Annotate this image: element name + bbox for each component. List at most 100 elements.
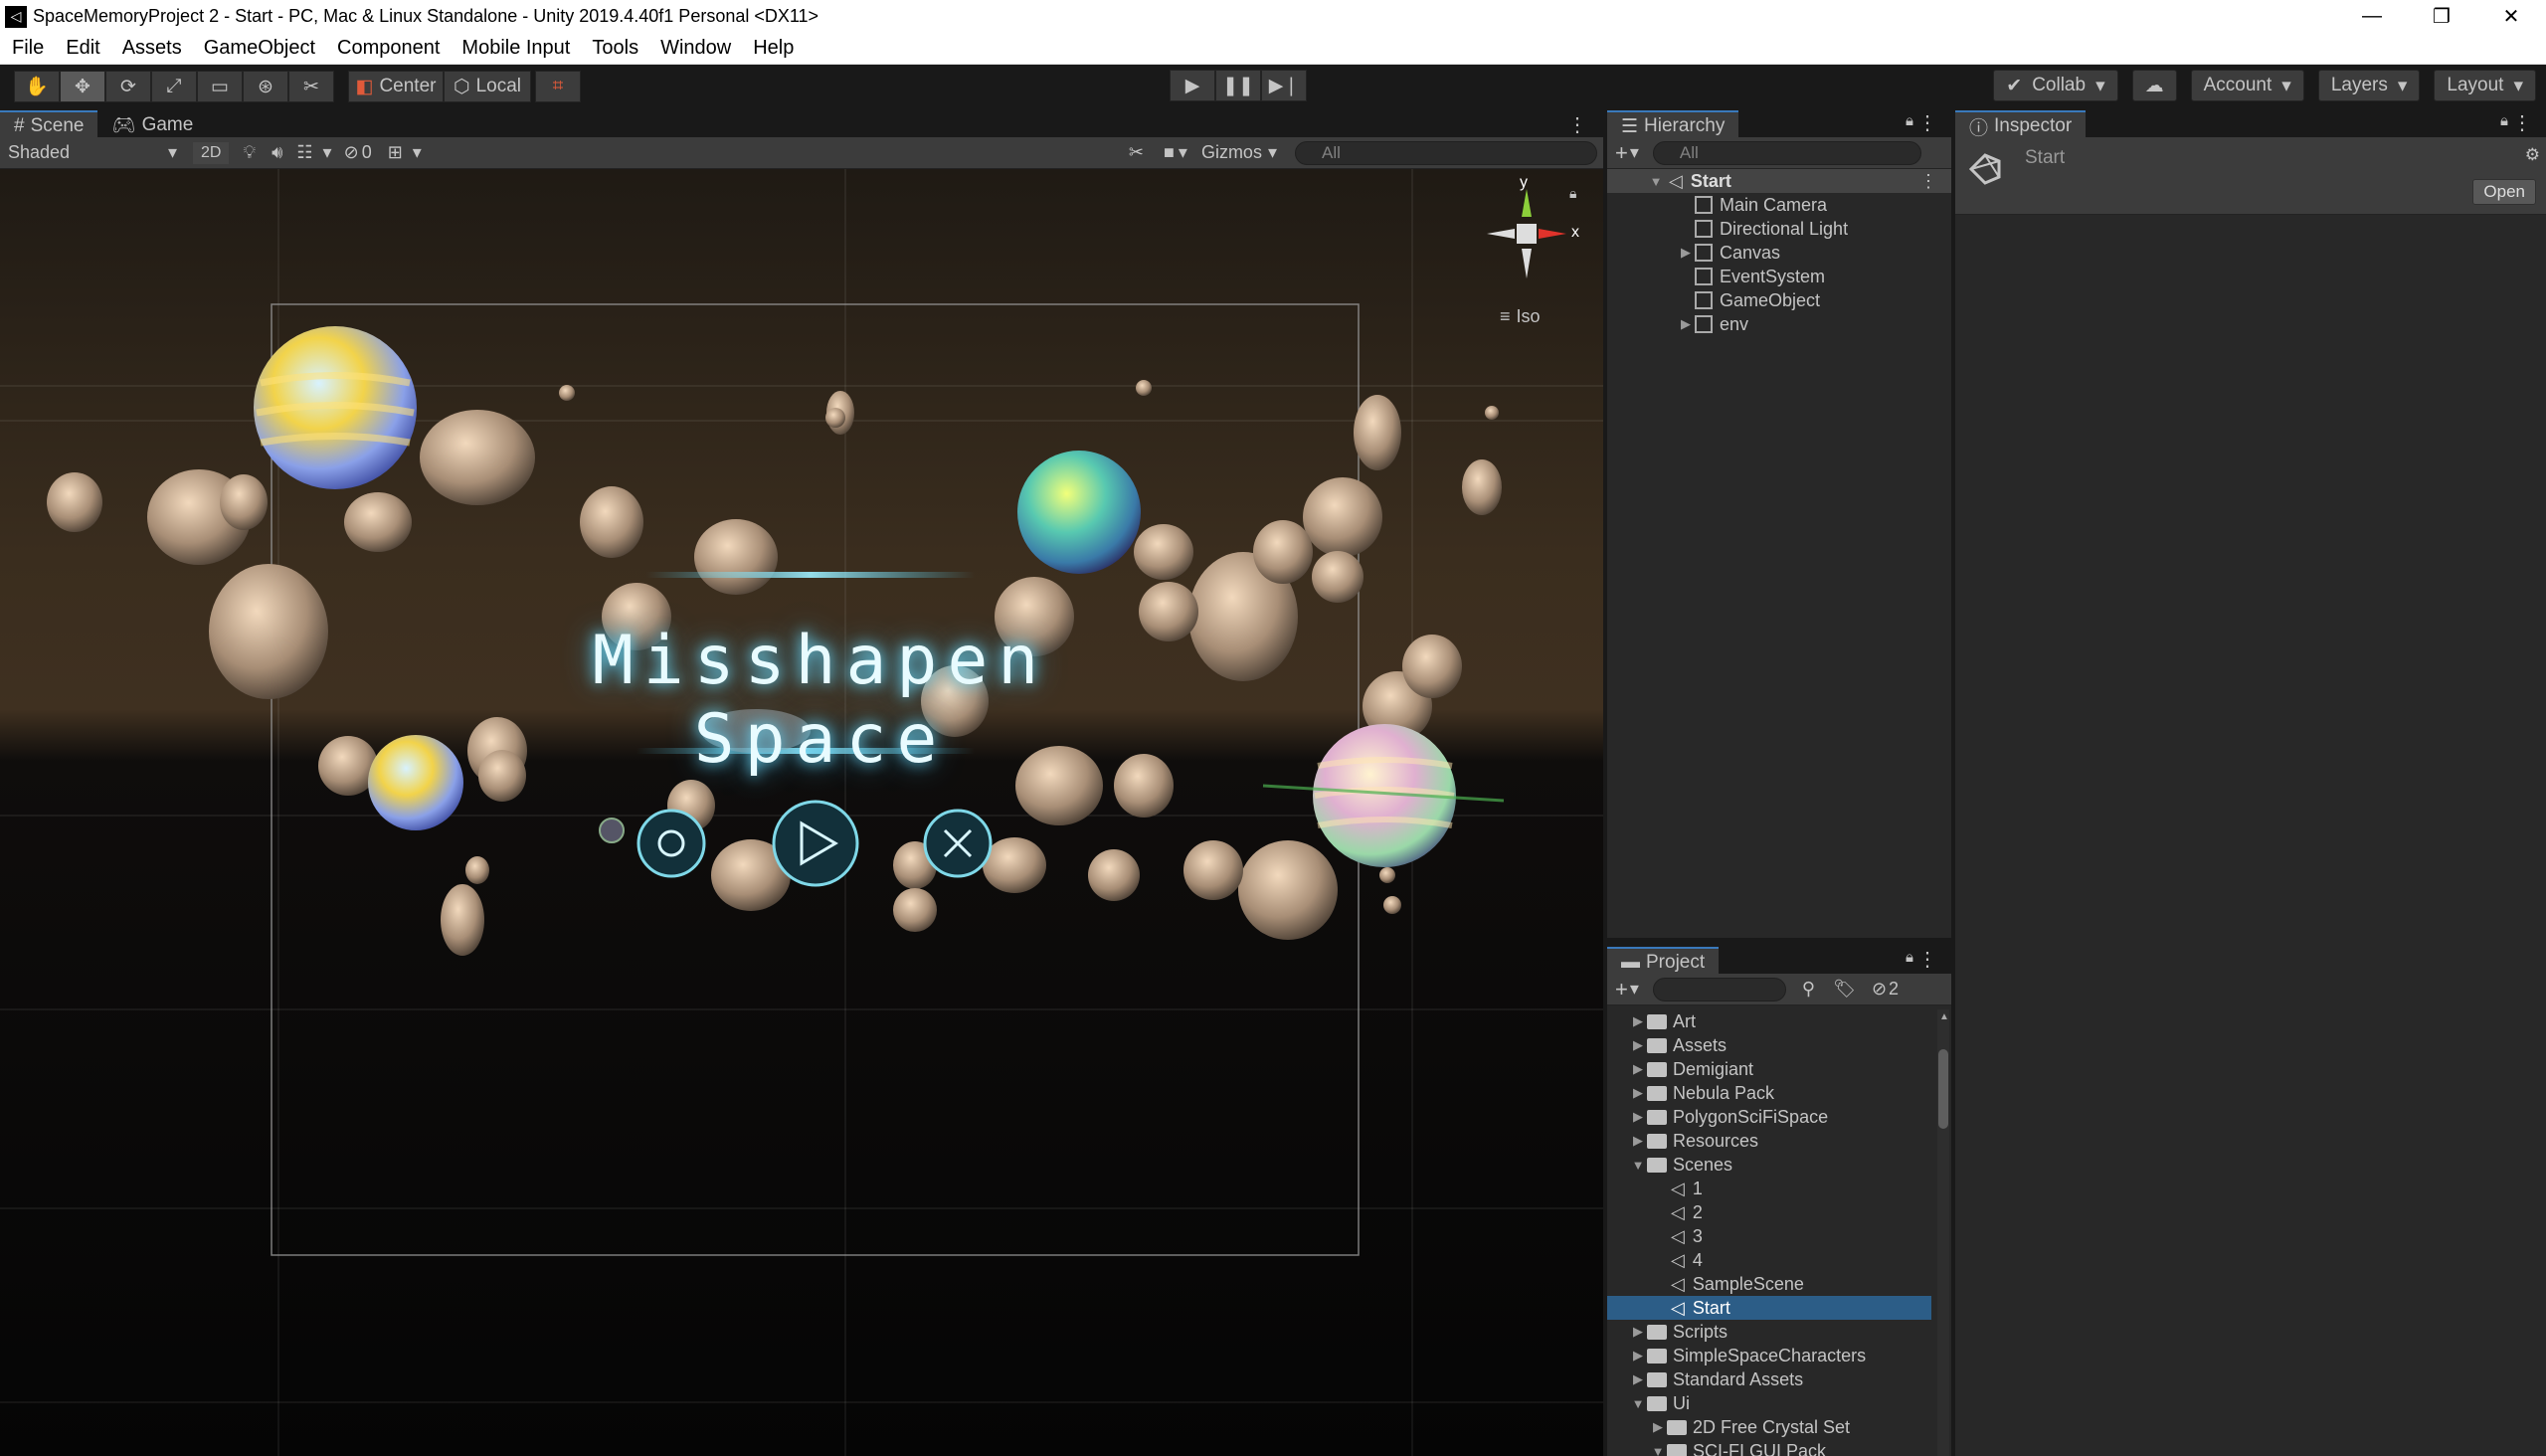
hierarchy-item[interactable]: ▶ Canvas: [1607, 241, 1985, 265]
project-scene-asset[interactable]: ◁ 4: [1607, 1248, 1951, 1272]
chevron-down-icon[interactable]: ▾: [413, 142, 422, 163]
expand-arrow-icon[interactable]: ▶: [1629, 1061, 1647, 1077]
expand-arrow-icon[interactable]: ▶: [1629, 1133, 1647, 1149]
project-folder[interactable]: ▶ Demigiant: [1607, 1057, 1951, 1081]
tab-hierarchy[interactable]: ☰ Hierarchy: [1607, 110, 1739, 140]
expand-arrow-icon[interactable]: ▶: [1629, 1013, 1647, 1029]
open-button[interactable]: Open: [2472, 179, 2536, 205]
scale-tool-icon[interactable]: ⤢: [151, 71, 197, 102]
menu-mobile-input[interactable]: Mobile Input: [450, 37, 582, 60]
expand-arrow-icon[interactable]: ▶: [1629, 1348, 1647, 1364]
hierarchy-item[interactable]: Directional Light: [1607, 217, 1985, 241]
pivot-local-button[interactable]: ⬡ Local: [444, 71, 531, 102]
projection-toggle[interactable]: ≡ Iso: [1500, 306, 1541, 327]
scene-viewport[interactable]: Misshapen Space y x 🔒︎ ≡ Iso: [0, 169, 1603, 1456]
more-options-icon[interactable]: ⋮: [1917, 947, 1937, 972]
layout-dropdown[interactable]: Layout ▾: [2434, 70, 2536, 101]
hierarchy-item[interactable]: EventSystem: [1607, 265, 1985, 288]
tab-project[interactable]: ▬ Project: [1607, 947, 1720, 977]
menu-gameobject[interactable]: GameObject: [192, 37, 327, 60]
menu-tools[interactable]: Tools: [580, 37, 650, 60]
project-scene-asset[interactable]: ◁ 1: [1607, 1177, 1951, 1200]
play-button-icon[interactable]: ▶: [1170, 70, 1215, 101]
lock-icon[interactable]: 🔒︎: [2500, 112, 2508, 129]
hierarchy-item[interactable]: Main Camera: [1607, 193, 1985, 217]
expand-arrow-icon[interactable]: ▼: [1647, 174, 1665, 189]
lock-icon[interactable]: 🔒︎: [1906, 949, 1913, 966]
pivot-center-button[interactable]: ◧ Center: [348, 71, 444, 102]
menu-help[interactable]: Help: [741, 37, 806, 60]
filter-type-icon[interactable]: ⚲: [1802, 979, 1815, 1000]
hierarchy-search-input[interactable]: All: [1652, 140, 1921, 165]
layers-dropdown[interactable]: Layers ▾: [2317, 70, 2421, 101]
project-search-input[interactable]: [1652, 977, 1786, 1001]
pause-button-icon[interactable]: ❚❚: [1215, 70, 1261, 101]
gear-icon[interactable]: ⚙: [2525, 145, 2540, 165]
project-folder[interactable]: ▶ Resources: [1607, 1129, 1951, 1153]
expand-arrow-icon[interactable]: ▶: [1629, 1085, 1647, 1101]
transform-tool-icon[interactable]: ⊛: [243, 71, 288, 102]
project-folder[interactable]: ▶ SimpleSpaceCharacters: [1607, 1344, 1951, 1367]
audio-toggle-icon[interactable]: 🔊︎: [272, 142, 282, 163]
lock-icon[interactable]: 🔒︎: [1906, 112, 1913, 129]
more-options-icon[interactable]: ⋮: [1567, 112, 1587, 137]
expand-arrow-icon[interactable]: ▶: [1629, 1037, 1647, 1053]
tab-inspector[interactable]: ⓘ Inspector: [1955, 110, 2087, 140]
grid-snap-icon[interactable]: ⌗: [535, 71, 581, 102]
tab-game[interactable]: 🎮︎ Game: [97, 110, 207, 140]
project-scene-asset[interactable]: ◁ 3: [1607, 1224, 1951, 1248]
project-scene-asset-selected[interactable]: ◁ Start: [1607, 1296, 1931, 1320]
chevron-down-icon[interactable]: ▾: [1179, 142, 1187, 163]
project-folder[interactable]: ▶ PolygonSciFiSpace: [1607, 1105, 1951, 1129]
hierarchy-item[interactable]: GameObject: [1607, 288, 1985, 312]
expand-arrow-icon[interactable]: ▶: [1629, 1109, 1647, 1125]
project-folder[interactable]: ▶ Assets: [1607, 1033, 1951, 1057]
project-folder[interactable]: ▶ Standard Assets: [1607, 1367, 1951, 1391]
tools-icon[interactable]: ✂: [1129, 142, 1144, 163]
hierarchy-scene-root[interactable]: ▼ ◁ Start ⋮: [1607, 169, 1951, 193]
more-options-icon[interactable]: ⋮: [2512, 110, 2532, 135]
restore-button[interactable]: ❐: [2407, 0, 2476, 33]
expand-arrow-icon[interactable]: ▼: [1629, 1396, 1647, 1411]
move-tool-icon[interactable]: ✥: [60, 71, 105, 102]
more-options-icon[interactable]: ⋮: [1917, 110, 1937, 135]
menu-component[interactable]: Component: [325, 37, 452, 60]
shading-dropdown[interactable]: Shaded ▾: [4, 140, 181, 166]
lighting-toggle-icon[interactable]: 💡︎: [243, 142, 256, 163]
add-icon[interactable]: +: [1615, 140, 1628, 166]
account-dropdown[interactable]: Account ▾: [2190, 70, 2304, 101]
expand-arrow-icon[interactable]: ▶: [1629, 1371, 1647, 1387]
project-folder[interactable]: ▼ Scenes: [1607, 1153, 1951, 1177]
effects-toggle-icon[interactable]: ☷: [296, 142, 312, 163]
toggle-2d-button[interactable]: 2D: [193, 141, 230, 164]
minimize-button[interactable]: —: [2337, 0, 2407, 33]
scene-search-input[interactable]: All: [1295, 140, 1597, 165]
grid-toggle-icon[interactable]: ⊞: [388, 142, 403, 163]
project-scene-asset[interactable]: ◁ SampleScene: [1607, 1272, 1951, 1296]
project-folder[interactable]: ▶ Nebula Pack: [1607, 1081, 1951, 1105]
menu-window[interactable]: Window: [648, 37, 743, 60]
project-folder[interactable]: ▼ SCI-FI GUI Pack: [1607, 1439, 1951, 1456]
chevron-down-icon[interactable]: ▾: [1630, 142, 1639, 163]
close-button[interactable]: ✕: [2476, 0, 2546, 33]
cloud-button[interactable]: ☁: [2131, 70, 2177, 101]
rect-tool-icon[interactable]: ▭: [197, 71, 243, 102]
gizmos-dropdown[interactable]: Gizmos ▾: [1201, 142, 1277, 163]
hand-tool-icon[interactable]: ✋: [14, 71, 60, 102]
project-folder[interactable]: ▼ Ui: [1607, 1391, 1951, 1415]
menu-file[interactable]: File: [0, 37, 56, 60]
add-icon[interactable]: +: [1615, 977, 1628, 1002]
more-options-icon[interactable]: ⋮: [1919, 171, 1937, 192]
expand-arrow-icon[interactable]: ▼: [1649, 1444, 1667, 1456]
collab-button[interactable]: ✔ Collab ▾: [1993, 70, 2118, 101]
expand-arrow-icon[interactable]: ▶: [1649, 1419, 1667, 1435]
project-folder[interactable]: ▶ Scripts: [1607, 1320, 1951, 1344]
project-folder[interactable]: ▶ Art: [1607, 1009, 1951, 1033]
project-scene-asset[interactable]: ◁ 2: [1607, 1200, 1951, 1224]
rotate-tool-icon[interactable]: ⟳: [105, 71, 151, 102]
menu-edit[interactable]: Edit: [54, 37, 111, 60]
orientation-gizmo[interactable]: y x: [1482, 174, 1579, 283]
lock-icon[interactable]: 🔒︎: [1569, 185, 1576, 202]
hidden-packages-toggle[interactable]: ⊘ 2: [1872, 979, 1899, 1000]
hidden-objects-toggle[interactable]: ⊘ 0: [344, 142, 372, 163]
